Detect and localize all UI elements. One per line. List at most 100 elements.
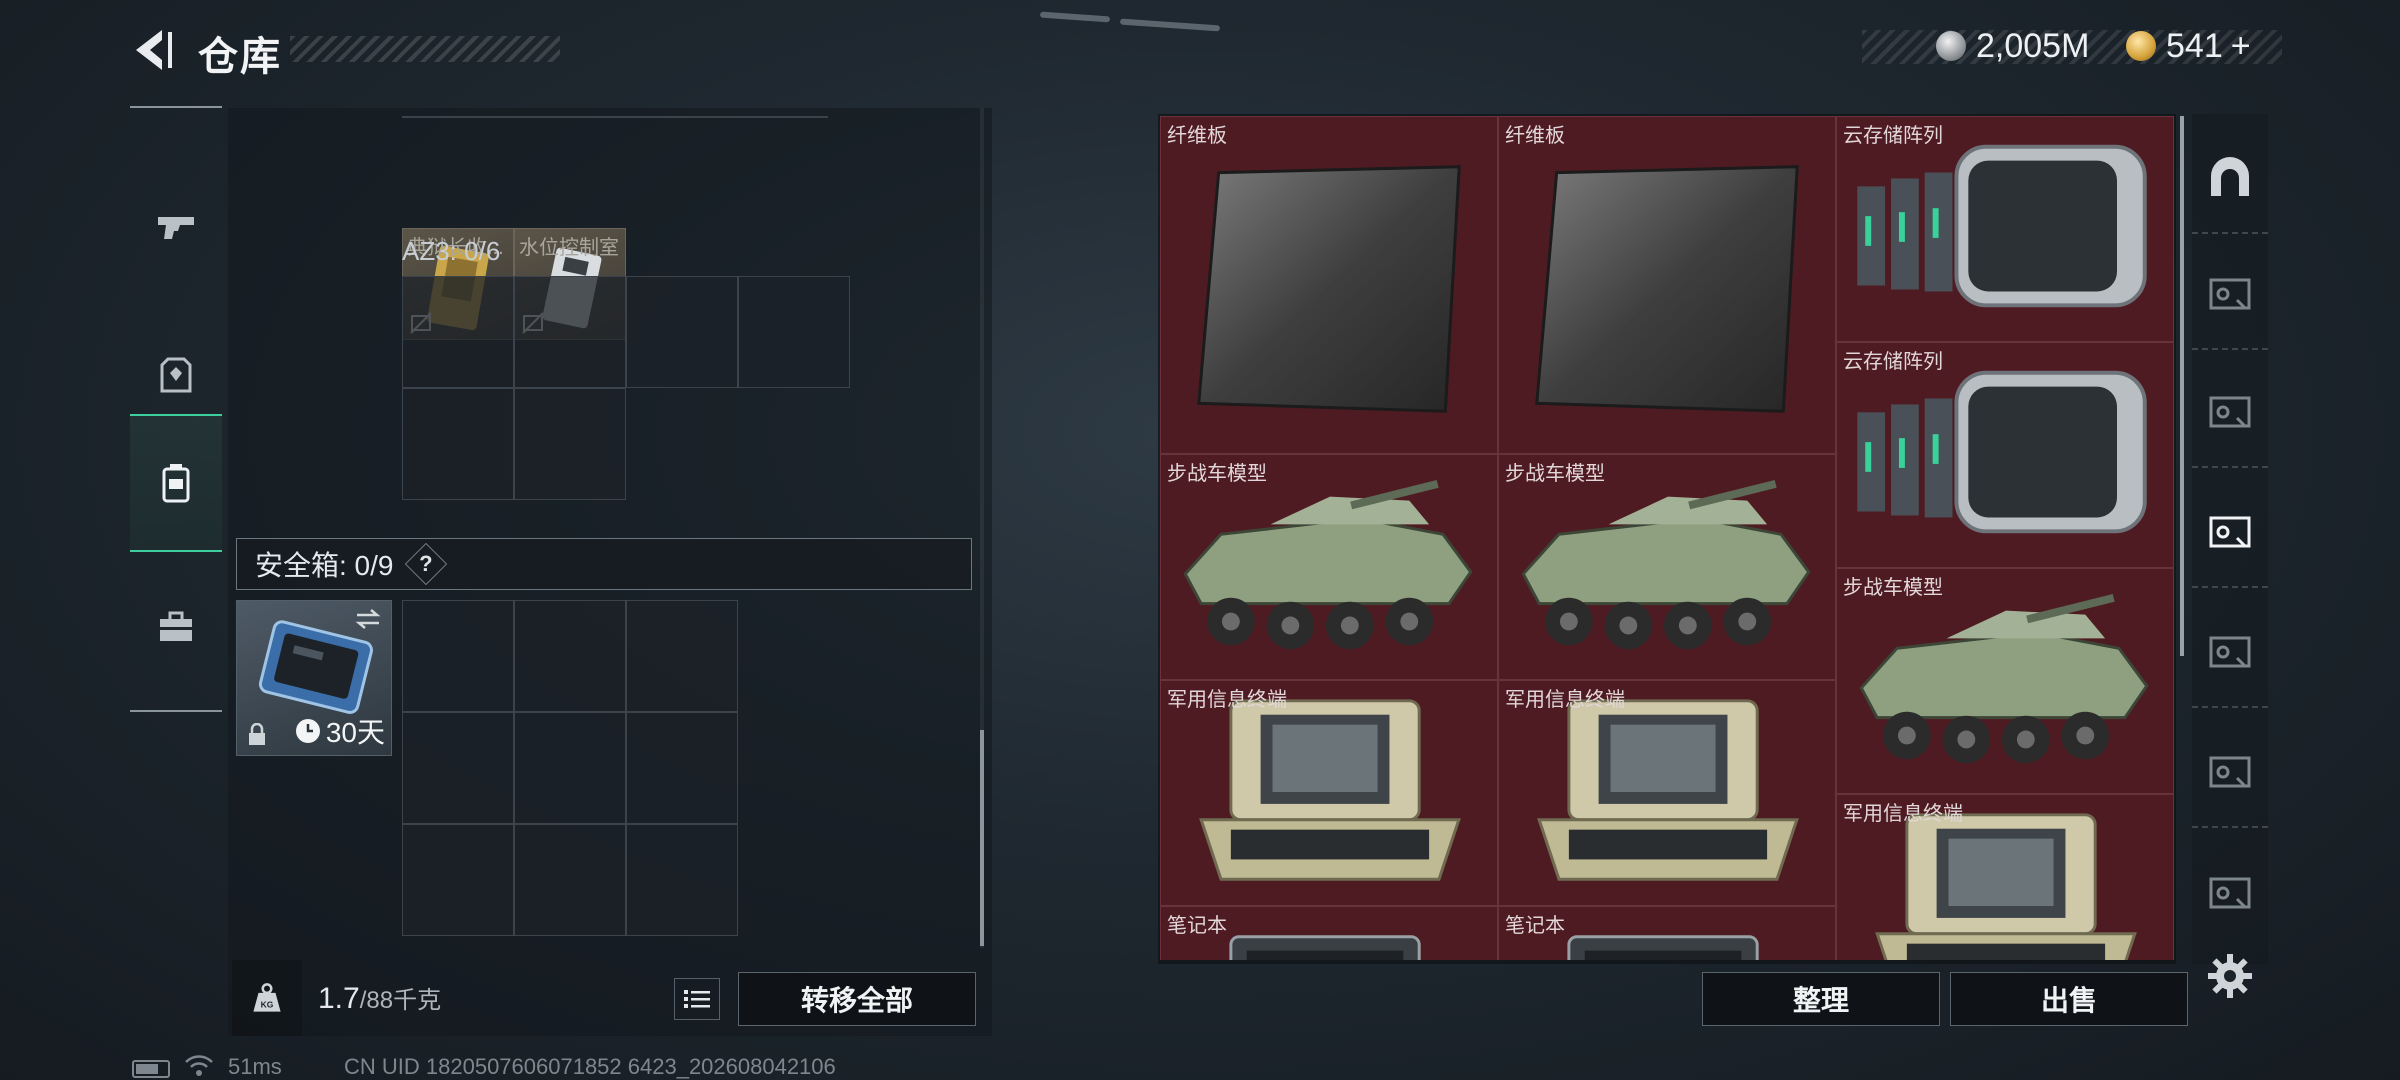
az3-grid xyxy=(402,276,850,500)
timer-text: 30天 xyxy=(325,717,385,748)
add-gold-button[interactable]: + xyxy=(2231,27,2251,66)
safe-box-header: 安全箱: 0/9 ? xyxy=(236,538,972,590)
grid-slot[interactable] xyxy=(402,712,514,824)
stash-item-vehicle[interactable]: 步战车模型 xyxy=(1498,454,1836,680)
stash-item-laptop[interactable]: 笔记本 xyxy=(1160,906,1498,960)
stash-box-icon xyxy=(2209,756,2251,788)
background-streak xyxy=(1039,11,1111,23)
swap-icon[interactable] xyxy=(353,607,383,631)
stash-item-terminal[interactable]: 军用信息终端 xyxy=(1498,680,1836,906)
filter-tab-2[interactable] xyxy=(2192,356,2268,468)
list-icon xyxy=(684,990,710,1008)
stash-item-server[interactable]: 云存储阵列 xyxy=(1836,342,2174,568)
grid-slot[interactable] xyxy=(626,824,738,936)
az3-capacity-label: AZ3: 0/6 xyxy=(402,236,501,266)
weight-current: 1.7 xyxy=(318,982,360,1015)
grid-slot[interactable] xyxy=(514,600,626,712)
grid-slot[interactable] xyxy=(626,600,738,712)
filter-tab-4[interactable] xyxy=(2192,596,2268,708)
server-icon xyxy=(1837,343,2173,567)
filter-tab-3-active[interactable] xyxy=(2192,476,2268,588)
clock-icon xyxy=(295,719,320,743)
stash-item-name: 笔记本 xyxy=(1167,915,1227,937)
svg-text:KG: KG xyxy=(261,999,274,1009)
stash-item-board[interactable]: 纤维板 xyxy=(1160,116,1498,454)
page-title: 仓库 xyxy=(198,35,282,79)
list-view-button[interactable] xyxy=(674,978,720,1020)
settings-gear-icon[interactable] xyxy=(2206,952,2254,1000)
transfer-all-button[interactable]: 转移全部 xyxy=(738,972,976,1026)
backpack-scrollbar[interactable] xyxy=(980,730,984,946)
stash-grid: 纤维板 纤维板 云存储阵列 云存储阵列 步战车模型 步战车模型 步战车模型 军用信息终端 军用信… xyxy=(1160,116,2174,960)
safe-box-timer: 30天 xyxy=(294,711,385,751)
rail-item-toolbox[interactable] xyxy=(130,558,222,696)
back-arrow-icon xyxy=(136,30,172,70)
weight-readout: 1.7/88千克 xyxy=(318,980,441,1016)
safe-box-item[interactable]: 30天 xyxy=(236,600,392,756)
stash-item-vehicle[interactable]: 步战车模型 xyxy=(1160,454,1498,680)
battery-icon xyxy=(132,1060,170,1078)
stash-item-name: 步战车模型 xyxy=(1167,463,1267,485)
stash-item-vehicle[interactable]: 步战车模型 xyxy=(1836,568,2174,794)
grid-slot[interactable] xyxy=(514,388,626,500)
stash-box-icon xyxy=(2209,877,2251,909)
server-icon xyxy=(1837,117,2173,341)
grid-slot[interactable] xyxy=(626,276,738,388)
container-item-label: 水位控制室 xyxy=(519,237,619,259)
stash-item-name: 纤维板 xyxy=(1505,125,1565,147)
grid-slot[interactable] xyxy=(738,276,850,388)
back-button[interactable] xyxy=(128,26,178,74)
filter-tab-1[interactable] xyxy=(2192,238,2268,350)
vehicle-icon xyxy=(1499,455,1835,679)
gold-amount: 541 xyxy=(2166,26,2223,65)
filter-tab-6[interactable] xyxy=(2192,836,2268,948)
stash-item-board[interactable]: 纤维板 xyxy=(1498,116,1836,454)
stash-item-server[interactable]: 云存储阵列 xyxy=(1836,116,2174,342)
silver-amount: 2,005M xyxy=(1976,26,2090,65)
stash-box-icon xyxy=(2209,636,2251,668)
weight-icon: KG xyxy=(253,983,281,1012)
grid-slot[interactable] xyxy=(514,824,626,936)
board-icon xyxy=(1161,117,1497,453)
stash-item-name: 步战车模型 xyxy=(1505,463,1605,485)
stash-item-laptop[interactable]: 笔记本 xyxy=(1498,906,1836,960)
grid-gap xyxy=(626,388,738,500)
grid-slot[interactable] xyxy=(402,824,514,936)
gun-icon xyxy=(158,217,194,239)
stash-item-name: 军用信息终端 xyxy=(1167,689,1287,711)
grid-slot[interactable] xyxy=(514,712,626,824)
organize-button[interactable]: 整理 xyxy=(1702,972,1940,1026)
stash-item-name: 纤维板 xyxy=(1167,125,1227,147)
gold-currency[interactable]: 541 + xyxy=(2126,26,2251,66)
grid-slot[interactable] xyxy=(514,276,626,388)
rail-item-backpack[interactable] xyxy=(130,414,222,552)
safe-box-grid xyxy=(402,600,738,936)
rail-item-weapons[interactable] xyxy=(130,158,222,296)
backpack-icon xyxy=(162,464,190,503)
help-icon[interactable]: ? xyxy=(405,542,448,586)
gold-coin-icon xyxy=(2126,31,2156,61)
sell-button[interactable]: 出售 xyxy=(1950,972,2188,1026)
grid-slot[interactable] xyxy=(402,600,514,712)
silver-currency: 2,005M xyxy=(1936,26,2089,66)
silver-coin-icon xyxy=(1936,31,1966,61)
safe-box-label: 安全箱: 0/9 xyxy=(255,550,394,581)
grid-slot[interactable] xyxy=(402,388,514,500)
filter-tab-5[interactable] xyxy=(2192,716,2268,828)
stash-scrollbar[interactable] xyxy=(2180,116,2184,656)
stash-item-terminal[interactable]: 军用信息终端 xyxy=(1160,680,1498,906)
filter-tab-home[interactable] xyxy=(2192,122,2268,234)
toolbox-icon xyxy=(160,611,192,641)
grid-slot[interactable] xyxy=(402,276,514,388)
stash-box-icon xyxy=(2209,396,2251,428)
stash-item-name: 笔记本 xyxy=(1505,915,1565,937)
uid-readout: CN UID 1820507606071852 6423_20260804210… xyxy=(344,1054,836,1079)
stash-item-terminal[interactable]: 军用信息终端 xyxy=(1836,794,2174,960)
terminal-icon xyxy=(1161,681,1497,905)
stash-box-icon xyxy=(2209,278,2251,310)
vehicle-icon xyxy=(1837,569,2173,793)
grid-slot[interactable] xyxy=(626,712,738,824)
stash-item-name: 军用信息终端 xyxy=(1843,803,1963,825)
grid-gap xyxy=(738,388,850,500)
wifi-icon xyxy=(185,1055,213,1076)
